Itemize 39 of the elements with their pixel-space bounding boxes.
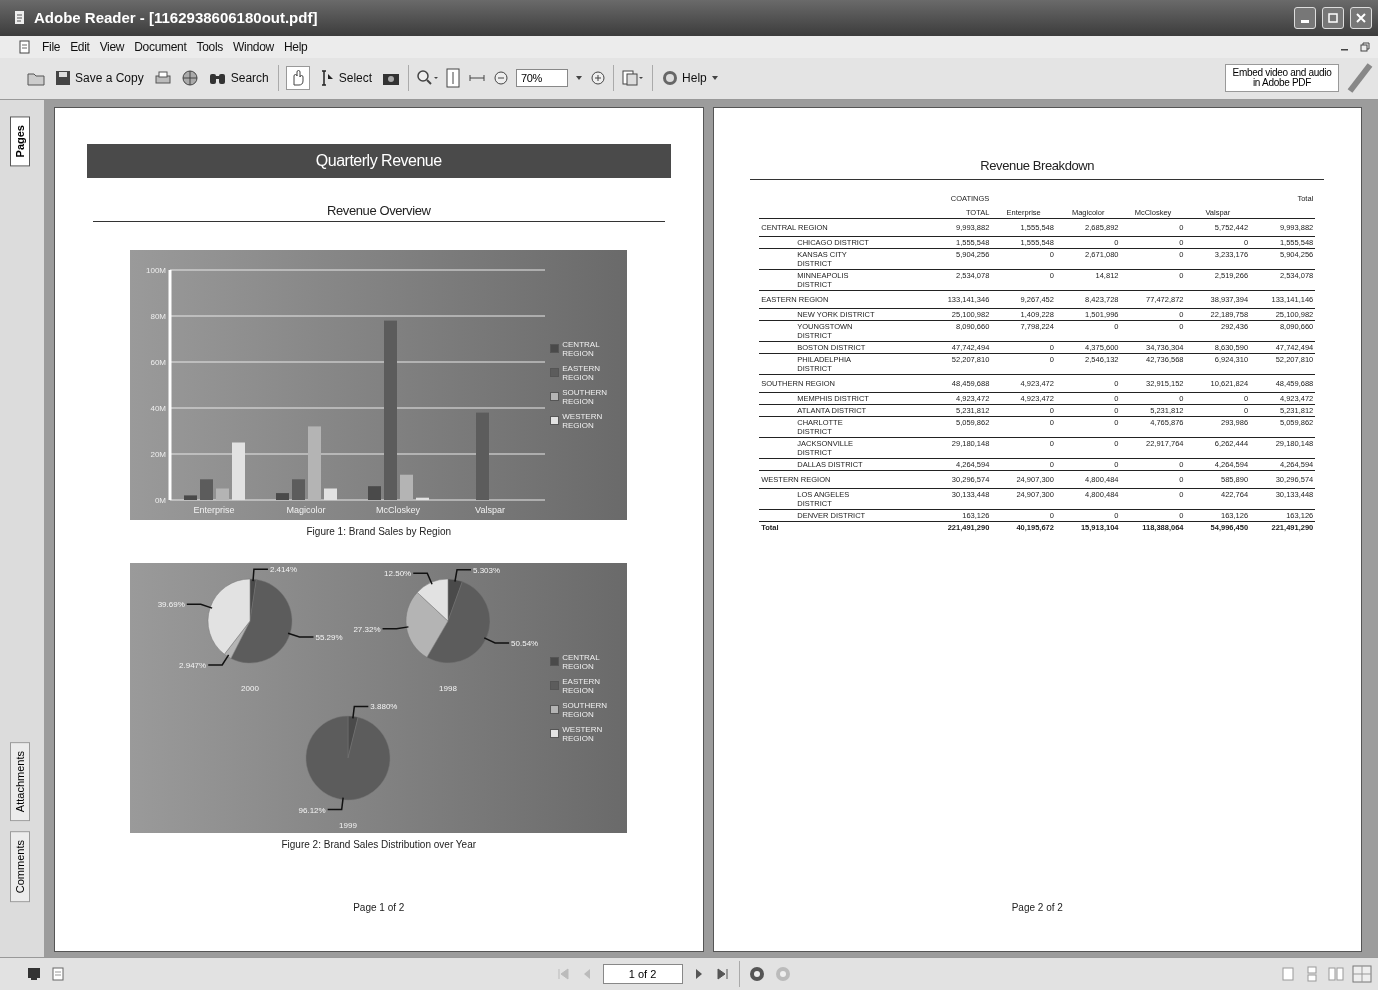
page-footer: Page 1 of 2 [353,902,405,914]
legend-label: WESTERN REGION [562,411,604,430]
axis-category-label: Valspar [475,504,506,515]
pie-title: 2000 [241,683,260,693]
axis-category-label: McCloskey [376,504,421,515]
report-title: Revenue Breakdown [750,157,1325,180]
axis-tick-label: 80M [150,311,167,321]
axis-category-label: Magicolor [286,504,326,515]
data-label: 27.32% [353,624,381,634]
figure-caption: Figure 2: Brand Sales Distribution over Year [281,838,477,850]
axis-tick-label: 20M [150,449,167,459]
pie-title: 1998 [439,683,458,693]
window-title: Adobe Reader - [1162938606180out.pdf] [34,9,318,27]
data-label: 2.414% [270,565,298,575]
data-label: 39.69% [157,600,185,610]
pie-title: 1999 [339,820,358,830]
axis-tick-label: 100M [146,265,167,275]
legend-label: EASTERN REGION [562,676,602,695]
axis-category-label: Enterprise [193,504,235,515]
data-label: 3.880% [370,702,398,712]
page-banner: Quarterly Revenue [86,143,671,178]
data-label: 50.54% [511,638,539,648]
legend-label: WESTERN REGION [562,724,604,743]
data-label: 5.303% [473,565,501,575]
axis-tick-label: 0M [155,495,167,505]
data-label: 96.12% [298,805,326,815]
axis-tick-label: 40M [150,403,167,413]
section-heading: Revenue Overview [92,202,665,222]
legend-label: CENTRAL REGION [562,652,601,671]
page-footer: Page 2 of 2 [1011,902,1063,914]
data-label: 12.50% [384,569,412,579]
legend-label: CENTRAL REGION [562,339,601,358]
axis-tick-label: 60M [150,357,167,367]
legend-label: SOUTHERN REGION [562,700,609,719]
figure-caption: Figure 1: Brand Sales by Region [306,525,451,537]
legend-label: SOUTHERN REGION [562,387,609,406]
data-label: 2.947% [179,660,207,670]
legend-label: EASTERN REGION [562,363,602,382]
data-label: 55.29% [315,632,343,642]
